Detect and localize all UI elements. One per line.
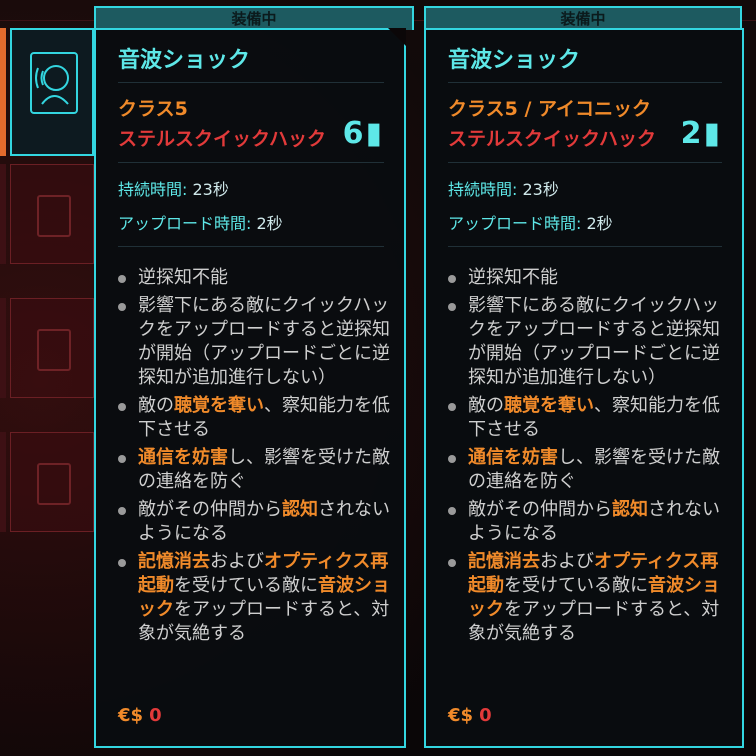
effect-item: 敵がその仲間から認知されないようになる	[114, 498, 394, 546]
upload-time-stat: アップロード時間: 2秒	[118, 214, 283, 233]
hack-type: ステルスクイックハック	[448, 128, 657, 150]
effect-item: 敵の聴覚を奪い、察知能力を低下させる	[444, 394, 724, 442]
effect-item: 影響下にある敵にクイックハックをアップロードすると逆探知が開始（アップロードごと…	[444, 294, 724, 390]
quickhack-slot-empty[interactable]	[10, 432, 94, 532]
item-class: クラス5	[118, 98, 188, 120]
equipped-tab: 装備中	[424, 6, 742, 30]
duration-stat: 持続時間: 23秒	[118, 180, 229, 199]
duration-stat: 持続時間: 23秒	[448, 180, 559, 199]
price: €$ 0	[448, 705, 492, 726]
effects-list: 逆探知不能 影響下にある敵にクイックハックをアップロードすると逆探知が開始（アッ…	[444, 266, 724, 650]
effect-item: 逆探知不能	[114, 266, 394, 290]
equipped-tab: 装備中	[94, 6, 414, 30]
quickhack-slot-empty[interactable]	[10, 298, 94, 398]
effect-item: 通信を妨害し、影響を受けた敵の連絡を防ぐ	[444, 446, 724, 494]
empty-cartridge-icon	[37, 463, 71, 505]
effect-item: 逆探知不能	[444, 266, 724, 290]
quickhack-slot-column	[0, 0, 95, 756]
upload-time-stat: アップロード時間: 2秒	[448, 214, 613, 233]
hack-type: ステルスクイックハック	[118, 128, 327, 150]
effect-item: 記憶消去およびオプティクス再起動を受けている敵に音波ショックをアップロードすると…	[444, 550, 724, 646]
effect-item: 敵がその仲間から認知されないようになる	[444, 498, 724, 546]
item-title: 音波ショック	[448, 48, 581, 73]
effect-item: 通信を妨害し、影響を受けた敵の連絡を防ぐ	[114, 446, 394, 494]
empty-cartridge-icon	[37, 195, 71, 237]
effect-item: 敵の聴覚を奪い、察知能力を低下させる	[114, 394, 394, 442]
item-card-compare: 音波ショック クラス5 / アイコニック ステルスクイックハック 2▮ 持続時間…	[424, 28, 744, 748]
quickhack-slot-equipped[interactable]	[10, 28, 94, 156]
ram-cost: 2▮	[680, 116, 720, 151]
empty-cartridge-icon	[37, 329, 71, 371]
item-title: 音波ショック	[118, 48, 251, 73]
price: €$ 0	[118, 705, 162, 726]
item-card-current: 音波ショック クラス5 ステルスクイックハック 6▮ 持続時間: 23秒 アップ…	[94, 28, 406, 748]
effect-item: 記憶消去およびオプティクス再起動を受けている敵に音波ショックをアップロードすると…	[114, 550, 394, 646]
item-class: クラス5 / アイコニック	[448, 98, 652, 120]
effect-item: 影響下にある敵にクイックハックをアップロードすると逆探知が開始（アップロードごと…	[114, 294, 394, 390]
sonic-shock-icon	[30, 52, 78, 114]
ram-cost: 6▮	[342, 116, 382, 151]
effects-list: 逆探知不能 影響下にある敵にクイックハックをアップロードすると逆探知が開始（アッ…	[114, 266, 394, 650]
slot-selected-rail	[0, 28, 6, 156]
quickhack-slot-empty[interactable]	[10, 164, 94, 264]
